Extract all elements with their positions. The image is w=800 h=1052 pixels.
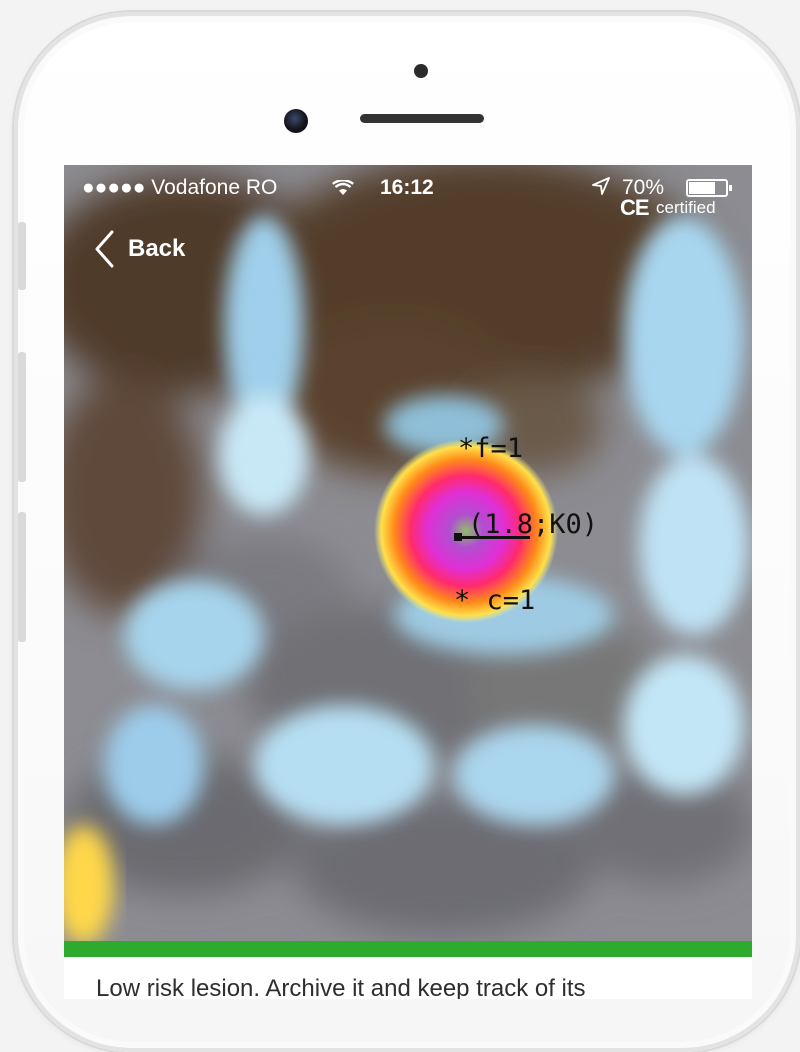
risk-level-bar xyxy=(64,941,752,957)
front-camera xyxy=(284,109,308,133)
volume-up-button xyxy=(18,352,26,482)
certified-label: certified xyxy=(656,198,716,217)
result-message: Low risk lesion. Archive it and keep tra… xyxy=(96,975,586,999)
battery-icon xyxy=(686,179,732,197)
back-label: Back xyxy=(128,235,186,262)
earpiece-speaker xyxy=(360,114,484,123)
carrier-label: ●●●●● Vodafone RO xyxy=(82,176,278,199)
annotation-bottom: * c=1 xyxy=(454,585,536,616)
lesion-measure-line xyxy=(458,536,530,539)
wifi-icon xyxy=(332,180,354,195)
back-button[interactable]: Back xyxy=(94,227,185,271)
location-arrow-icon xyxy=(592,177,610,195)
result-panel: Low risk lesion. Archive it and keep tra… xyxy=(64,957,752,999)
ce-mark: CE xyxy=(620,195,650,220)
chevron-left-icon xyxy=(95,230,114,268)
lesion-heatmap xyxy=(64,165,752,943)
mute-switch xyxy=(18,222,26,290)
annotation-top: *f=1 xyxy=(458,433,524,464)
volume-down-button xyxy=(18,512,26,642)
proximity-sensor xyxy=(414,64,428,78)
phone-screen: ●●●●● Vodafone RO 16:12 70% CE certified… xyxy=(64,165,752,999)
status-time: 16:12 xyxy=(380,176,434,199)
